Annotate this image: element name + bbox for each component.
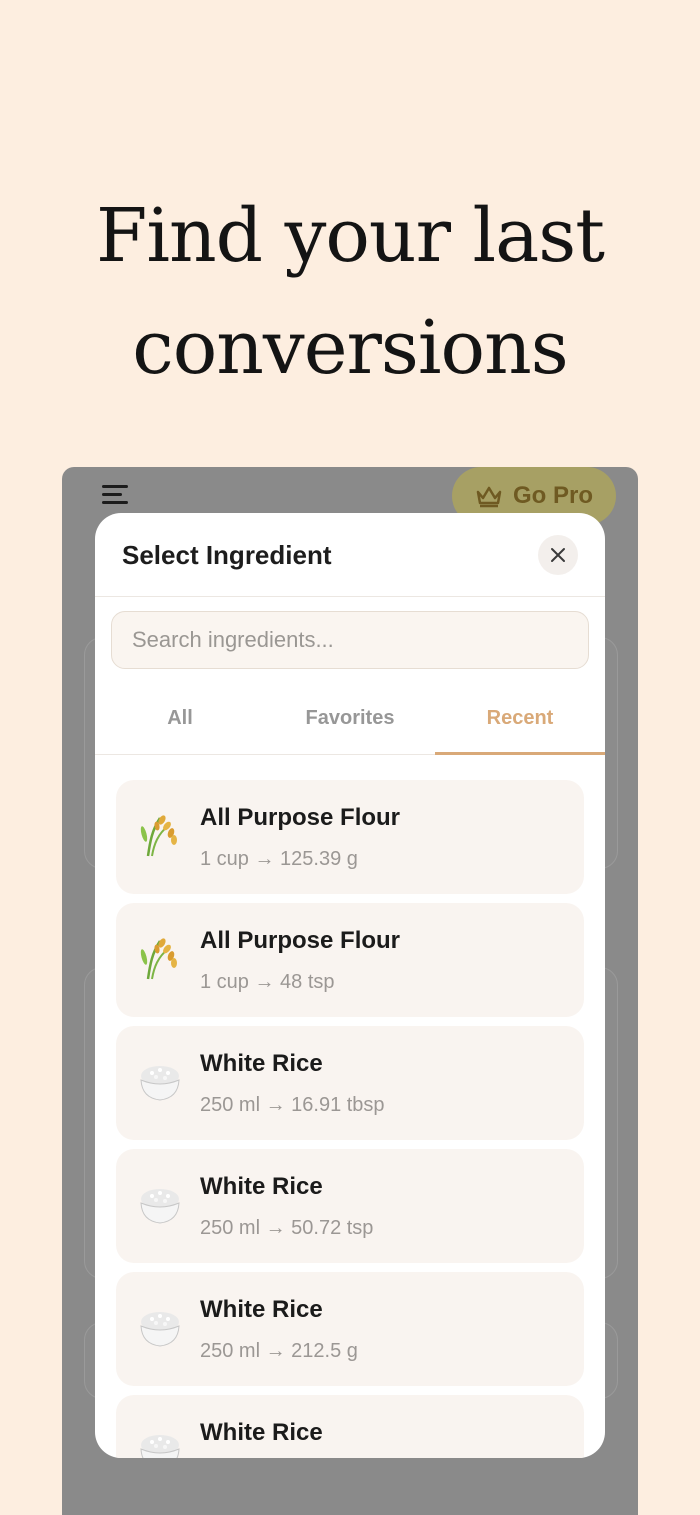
recent-list: All Purpose Flour 1 cup → 125.39 g All P… (116, 780, 584, 1458)
rice-bowl-icon (140, 1312, 180, 1347)
list-item[interactable]: All Purpose Flour 1 cup → 125.39 g (116, 780, 584, 894)
list-item[interactable]: All Purpose Flour 1 cup → 48 tsp (116, 903, 584, 1017)
conversion-text: 250 ml → 50.72 tsp (200, 1217, 374, 1239)
crown-icon (476, 486, 502, 508)
hamburger-menu-icon[interactable] (102, 485, 132, 509)
tab-favorites[interactable]: Favorites (265, 693, 435, 754)
close-icon (551, 548, 565, 562)
rice-bowl-icon (140, 1435, 180, 1458)
close-button[interactable] (538, 535, 578, 575)
conversion-text: 1 cup → 125.39 g (200, 848, 358, 870)
list-item[interactable]: White Rice (116, 1395, 584, 1458)
ingredient-name: White Rice (200, 1296, 323, 1323)
headline: Find your last conversions (0, 180, 700, 404)
tab-recent[interactable]: Recent (435, 693, 605, 755)
go-pro-label: Go Pro (512, 482, 593, 509)
wheat-icon (140, 815, 177, 857)
ingredient-name: White Rice (200, 1050, 323, 1077)
modal-header: Select Ingredient (95, 513, 605, 597)
list-item[interactable]: White Rice 250 ml → 16.91 tbsp (116, 1026, 584, 1140)
tab-bar: All Favorites Recent (95, 693, 605, 755)
ingredient-name: All Purpose Flour (200, 804, 401, 831)
search-input[interactable] (111, 611, 589, 669)
tab-all[interactable]: All (95, 693, 265, 754)
conversion-text: 250 ml → 16.91 tbsp (200, 1094, 385, 1116)
list-item[interactable]: White Rice 250 ml → 212.5 g (116, 1272, 584, 1386)
ingredient-name: All Purpose Flour (200, 927, 401, 954)
ingredient-name: White Rice (200, 1173, 323, 1200)
conversion-text: 250 ml → 212.5 g (200, 1340, 358, 1362)
rice-bowl-icon (140, 1189, 180, 1224)
headline-line-1: Find your last (96, 193, 605, 279)
ingredient-name: White Rice (200, 1419, 323, 1446)
headline-line-2: conversions (132, 305, 568, 391)
select-ingredient-modal: Select Ingredient All Favorites Recent A (95, 513, 605, 1458)
conversion-text: 1 cup → 48 tsp (200, 971, 335, 993)
rice-bowl-icon (140, 1066, 180, 1101)
wheat-icon (140, 938, 177, 980)
modal-title: Select Ingredient (122, 540, 332, 570)
list-item[interactable]: White Rice 250 ml → 50.72 tsp (116, 1149, 584, 1263)
